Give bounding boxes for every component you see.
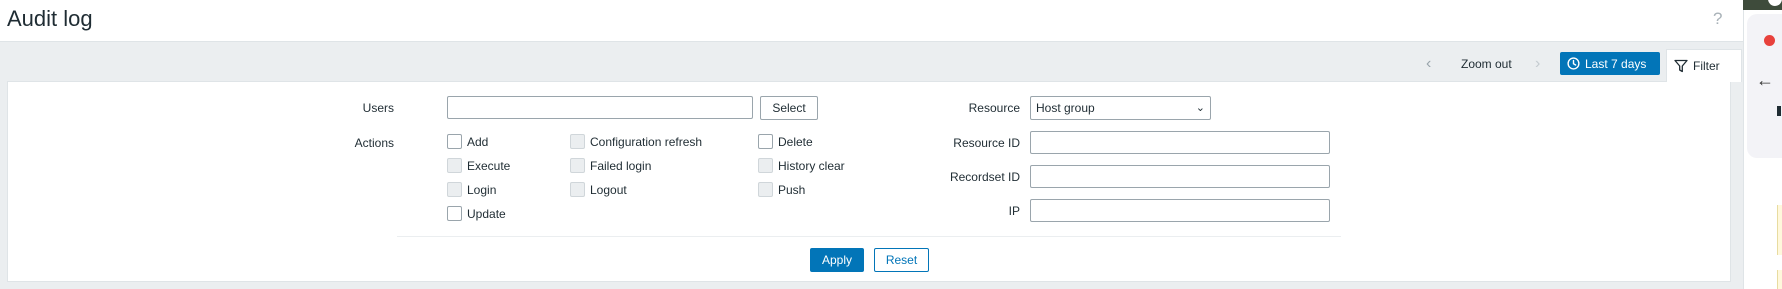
resource-select[interactable]: Host group ⌄ [1030,96,1211,120]
checkbox-label: Failed login [590,158,652,173]
recordset-id-label: Recordset ID [949,170,1020,184]
checkbox-label: Configuration refresh [590,134,703,149]
time-range-button[interactable]: Last 7 days [1560,52,1660,75]
checkbox-label: Delete [778,134,813,149]
resource-label: Resource [968,101,1020,115]
apply-button[interactable]: Apply [810,248,864,272]
chevron-down-icon: ⌄ [1195,102,1205,114]
checkbox [570,182,585,197]
page-header: Audit log ? [0,0,1743,42]
filter-icon [1674,59,1688,73]
action-checkbox-configuration-refresh: Configuration refresh [570,134,702,149]
action-checkbox-logout: Logout [570,182,627,197]
checkbox [447,158,462,173]
action-checkbox-add[interactable]: Add [447,134,488,149]
select-users-button[interactable]: Select [760,96,818,120]
action-checkbox-push: Push [758,182,805,197]
chevron-right-icon[interactable]: › [1535,55,1540,73]
checkbox-label: Logout [590,182,627,197]
checkbox[interactable] [758,134,773,149]
time-range-label: Last 7 days [1585,56,1647,71]
users-label: Users [362,101,394,115]
users-input[interactable] [447,96,753,119]
clock-icon [1567,57,1580,70]
side-note [1777,205,1782,255]
filter-tab[interactable]: Filter [1666,49,1742,82]
resource-id-input[interactable] [1030,131,1330,154]
side-strip-top [1743,0,1782,10]
recordset-id-input[interactable] [1030,165,1330,188]
checkbox [758,182,773,197]
side-marker [1777,106,1781,116]
filter-panel [7,81,1731,282]
action-checkbox-history-clear: History clear [758,158,845,173]
reset-button[interactable]: Reset [874,248,929,272]
action-checkbox-login: Login [447,182,496,197]
action-checkbox-update[interactable]: Update [447,206,506,221]
checkbox-label: Login [467,182,497,197]
checkbox [570,158,585,173]
filter-tab-label: Filter [1693,59,1720,73]
filter-divider [397,236,1341,237]
checkbox[interactable] [447,206,462,221]
ip-input[interactable] [1030,199,1330,222]
checkbox-label: Push [778,182,806,197]
action-checkbox-failed-login: Failed login [570,158,651,173]
checkbox [758,158,773,173]
checkbox-label: Execute [467,158,511,173]
checkbox-label: Update [467,206,506,221]
zoom-out-button[interactable]: Zoom out [1461,57,1512,71]
checkbox-label: Add [467,134,489,149]
ip-label: IP [1008,204,1020,218]
resource-id-label: Resource ID [953,136,1020,150]
help-icon[interactable]: ? [1713,9,1722,29]
checkbox [447,182,462,197]
checkbox-label: History clear [778,158,845,173]
actions-label: Actions [354,136,394,150]
action-checkbox-delete[interactable]: Delete [758,134,813,149]
page-title: Audit log [7,6,93,31]
chevron-left-icon[interactable]: ‹ [1426,55,1431,73]
action-checkbox-execute: Execute [447,158,510,173]
record-dot-icon[interactable] [1764,35,1775,46]
resource-select-value: Host group [1036,101,1095,115]
back-arrow-icon[interactable]: ← [1756,70,1774,91]
side-note-2 [1777,270,1782,289]
checkbox[interactable] [447,134,462,149]
checkbox [570,134,585,149]
